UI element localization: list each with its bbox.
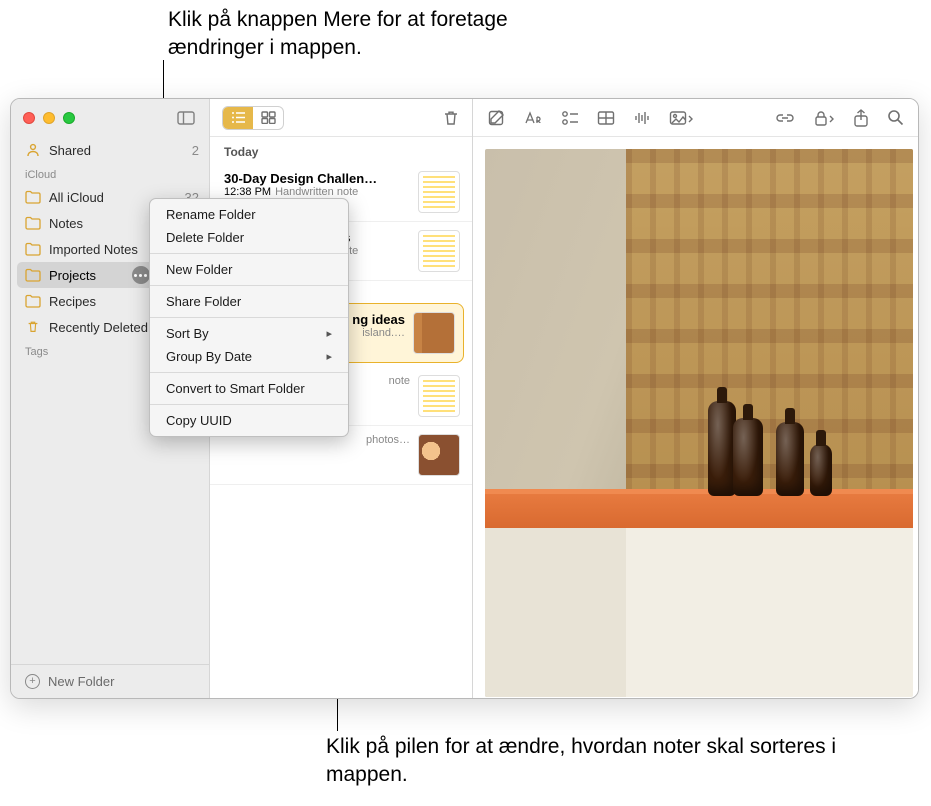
delete-note-button[interactable] xyxy=(442,109,460,127)
note-thumbnail xyxy=(418,230,460,272)
media-button[interactable] xyxy=(669,110,693,126)
sidebar-item-label: Shared xyxy=(49,143,91,158)
sidebar-section-icloud: iCloud xyxy=(11,163,209,184)
share-button[interactable] xyxy=(853,109,869,127)
detail-toolbar xyxy=(473,99,918,137)
sidebar-item-label: Imported Notes xyxy=(49,242,138,257)
gallery-view-button[interactable] xyxy=(253,107,283,129)
menu-item-group-by-date[interactable]: Group By Date▸ xyxy=(150,345,348,368)
note-thumbnail xyxy=(418,434,460,476)
note-thumbnail xyxy=(418,171,460,213)
shared-icon xyxy=(25,142,41,158)
view-segmented-control xyxy=(222,106,284,130)
menu-separator xyxy=(150,372,348,373)
audio-button[interactable] xyxy=(633,110,651,126)
close-window-button[interactable] xyxy=(23,112,35,124)
sidebar-item-label: Recently Deleted xyxy=(49,320,148,335)
new-folder-label: New Folder xyxy=(48,674,114,689)
titlebar xyxy=(11,99,209,137)
folder-context-menu: Rename Folder Delete Folder New Folder S… xyxy=(149,198,349,437)
note-subline: 12:38 PMHandwritten note xyxy=(224,186,410,198)
trash-icon xyxy=(25,320,41,334)
menu-item-delete-folder[interactable]: Delete Folder xyxy=(150,226,348,249)
folder-icon xyxy=(25,216,41,230)
format-button[interactable] xyxy=(523,110,543,126)
callout-top: Klik på knappen Mere for at foretage ænd… xyxy=(168,6,588,63)
search-button[interactable] xyxy=(887,109,904,126)
new-folder-button[interactable]: + New Folder xyxy=(11,664,209,698)
note-body xyxy=(473,137,918,698)
plus-circle-icon: + xyxy=(25,674,40,689)
menu-item-copy-uuid[interactable]: Copy UUID xyxy=(150,409,348,432)
sidebar-item-shared[interactable]: Shared 2 xyxy=(11,137,209,163)
menu-item-share-folder[interactable]: Share Folder xyxy=(150,290,348,313)
more-button[interactable] xyxy=(132,266,150,284)
menu-item-new-folder[interactable]: New Folder xyxy=(150,258,348,281)
folder-icon xyxy=(25,190,41,204)
table-button[interactable] xyxy=(597,110,615,126)
list-toolbar xyxy=(210,99,472,137)
sidebar-item-label: Recipes xyxy=(49,294,96,309)
menu-separator xyxy=(150,317,348,318)
minimize-window-button[interactable] xyxy=(43,112,55,124)
note-image xyxy=(485,149,913,697)
compose-button[interactable] xyxy=(487,109,505,127)
menu-item-sort-by[interactable]: Sort By▸ xyxy=(150,322,348,345)
menu-separator xyxy=(150,253,348,254)
note-thumbnail xyxy=(418,375,460,417)
folder-icon xyxy=(25,268,41,282)
notes-window: Shared 2 iCloud All iCloud 32 Notes 24 I… xyxy=(10,98,919,699)
note-detail-column xyxy=(473,99,918,698)
callout-bottom: Klik på pilen for at ændre, hvordan note… xyxy=(326,733,846,790)
menu-separator xyxy=(150,404,348,405)
sidebar-item-label: Notes xyxy=(49,216,83,231)
sidebar-item-label: All iCloud xyxy=(49,190,104,205)
sidebar-toggle-icon[interactable] xyxy=(177,111,195,125)
list-view-button[interactable] xyxy=(223,107,253,129)
sidebar-item-label: Projects xyxy=(49,268,96,283)
chevron-right-icon: ▸ xyxy=(326,350,332,363)
group-header-today: Today xyxy=(210,137,472,163)
note-title: 30-Day Design Challen… xyxy=(224,171,410,186)
sidebar-item-count: 2 xyxy=(192,143,199,158)
lock-button[interactable] xyxy=(813,110,835,126)
zoom-window-button[interactable] xyxy=(63,112,75,124)
folder-icon xyxy=(25,294,41,308)
menu-item-rename-folder[interactable]: Rename Folder xyxy=(150,203,348,226)
folder-icon xyxy=(25,242,41,256)
note-thumbnail xyxy=(413,312,455,354)
chevron-right-icon: ▸ xyxy=(326,327,332,340)
checklist-button[interactable] xyxy=(561,110,579,126)
menu-separator xyxy=(150,285,348,286)
menu-item-convert-smart-folder[interactable]: Convert to Smart Folder xyxy=(150,377,348,400)
link-button[interactable] xyxy=(775,110,795,126)
